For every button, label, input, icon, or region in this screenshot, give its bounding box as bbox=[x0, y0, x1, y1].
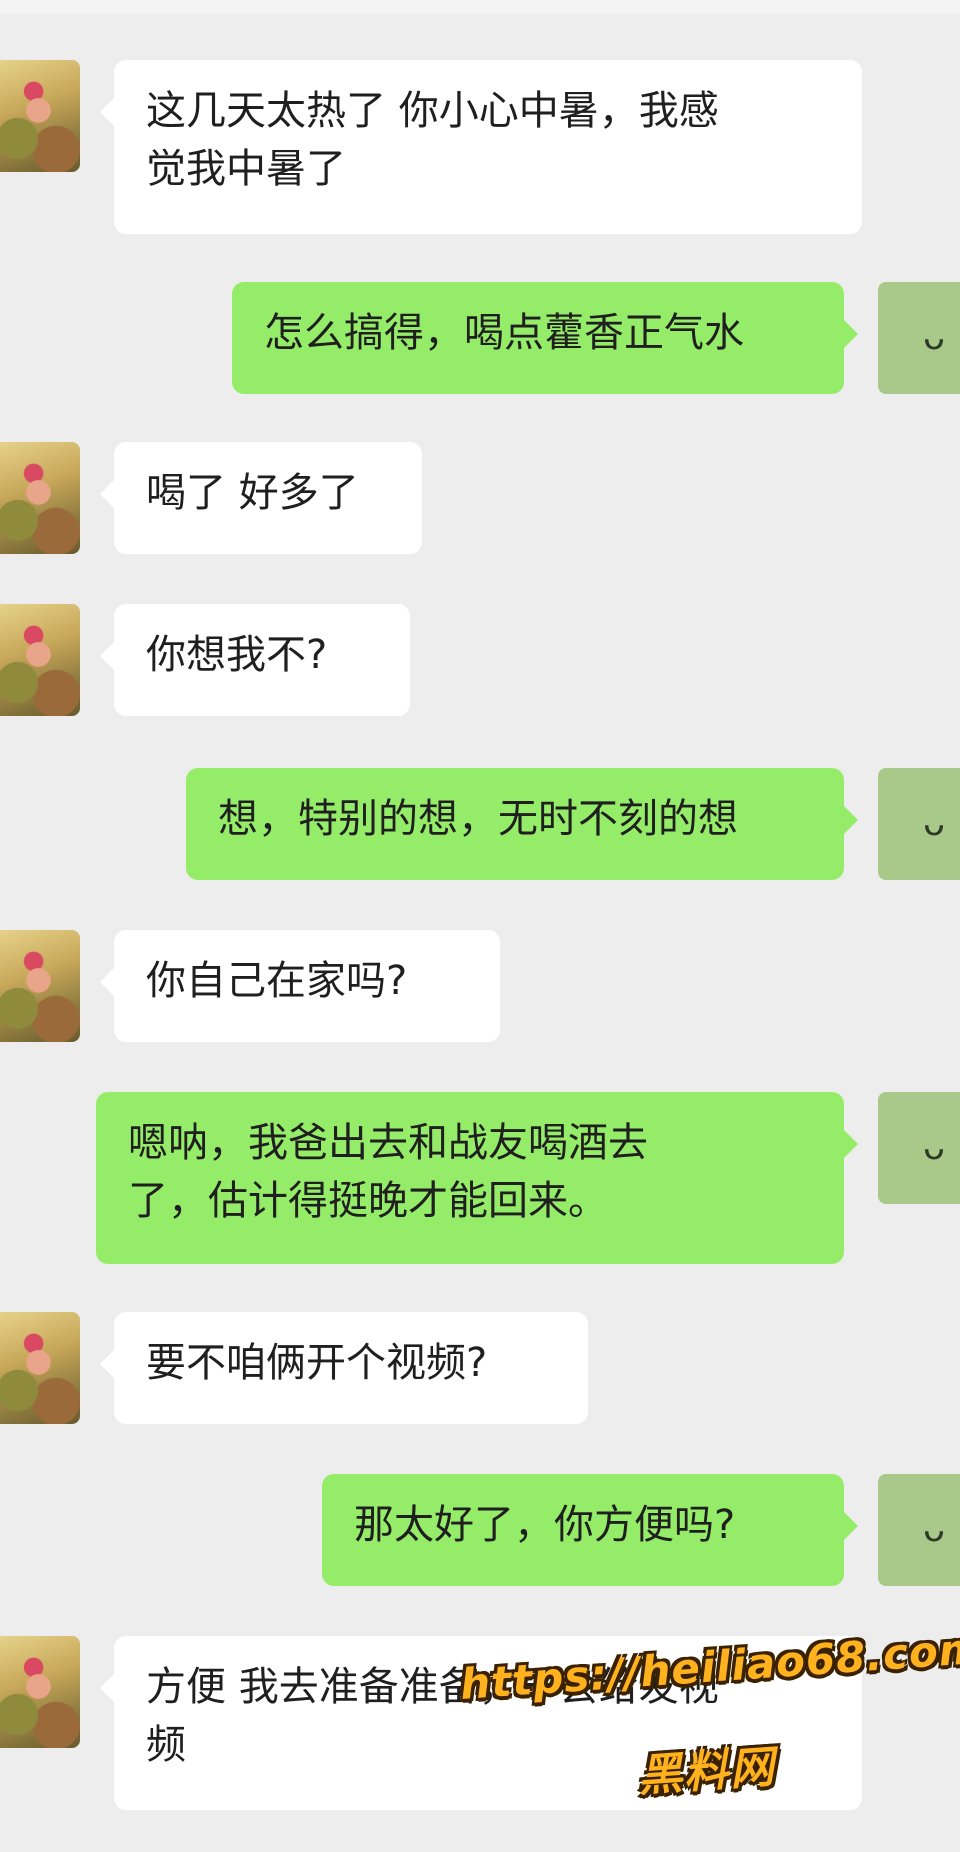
incoming-message-bubble[interactable]: 你想我不? bbox=[100, 604, 410, 716]
contact-avatar[interactable] bbox=[0, 604, 80, 716]
outgoing-message-bubble[interactable]: 那太好了，你方便吗? bbox=[322, 1474, 858, 1586]
incoming-message-bubble[interactable]: 方便 我去准备准备，一会给发视 频 bbox=[100, 1636, 862, 1810]
incoming-message-bubble[interactable]: 这几天太热了 你小心中暑，我感 觉我中暑了 bbox=[100, 60, 862, 234]
outgoing-message-bubble[interactable]: 怎么搞得，喝点藿香正气水 bbox=[232, 282, 858, 394]
incoming-message-bubble[interactable]: 要不咱俩开个视频? bbox=[100, 1312, 588, 1424]
top-strip bbox=[0, 0, 960, 14]
self-avatar[interactable]: ᴗ bbox=[878, 1092, 960, 1204]
incoming-message-bubble[interactable]: 喝了 好多了 bbox=[100, 442, 422, 554]
self-avatar[interactable]: ᴗ bbox=[878, 282, 960, 394]
incoming-message-bubble[interactable]: 你自己在家吗? bbox=[100, 930, 500, 1042]
self-avatar[interactable]: ᴗ bbox=[878, 1474, 960, 1586]
self-avatar[interactable]: ᴗ bbox=[878, 768, 960, 880]
outgoing-message-bubble[interactable]: 嗯呐，我爸出去和战友喝酒去 了，估计得挺晚才能回来。 bbox=[96, 1092, 858, 1264]
contact-avatar[interactable] bbox=[0, 930, 80, 1042]
smile-face-icon: ᴗ bbox=[922, 1127, 946, 1168]
contact-avatar[interactable] bbox=[0, 442, 80, 554]
outgoing-message-bubble[interactable]: 想，特别的想，无时不刻的想 bbox=[186, 768, 858, 880]
contact-avatar[interactable] bbox=[0, 1312, 80, 1424]
smile-face-icon: ᴗ bbox=[922, 803, 946, 844]
smile-face-icon: ᴗ bbox=[922, 317, 946, 358]
contact-avatar[interactable] bbox=[0, 1636, 80, 1748]
smile-face-icon: ᴗ bbox=[922, 1509, 946, 1550]
contact-avatar[interactable] bbox=[0, 60, 80, 172]
